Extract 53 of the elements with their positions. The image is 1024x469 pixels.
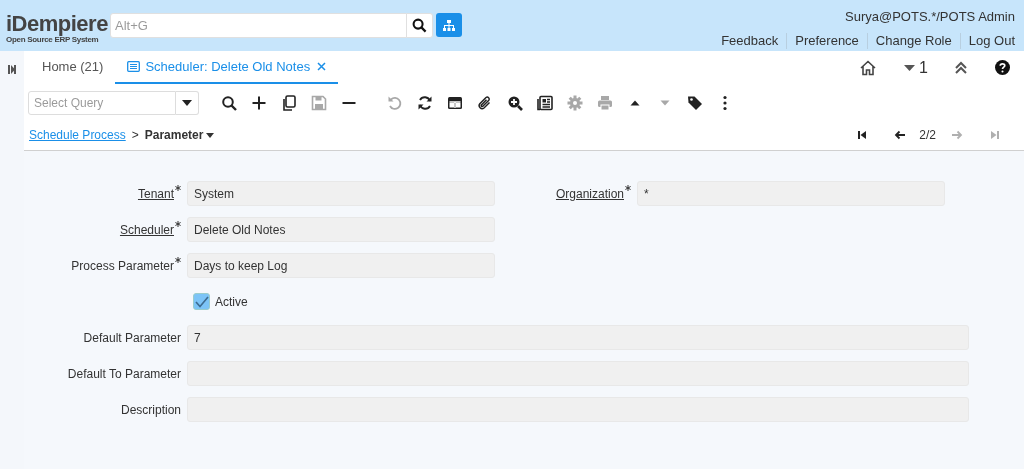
field-label[interactable]: Tenant (137, 184, 174, 203)
record-position: 2/2 (919, 127, 936, 144)
caret-icon (182, 99, 192, 106)
tab[interactable]: Home (21) (30, 51, 116, 84)
checkbox-label: Active (215, 293, 248, 311)
checkbox[interactable] (193, 293, 210, 310)
text-field[interactable]: * (637, 181, 945, 206)
header-link[interactable]: Change Role (875, 31, 952, 51)
breadcrumb-current[interactable]: Parameter (144, 126, 215, 144)
logo-title: iDempiere (6, 13, 108, 35)
expand-panel-icon[interactable] (8, 65, 16, 74)
close-icon[interactable] (317, 62, 327, 71)
field-label: Description (120, 401, 181, 419)
user-role-text: Surya@POTS.*/POTS Admin (845, 8, 1015, 26)
tag-icon[interactable] (687, 94, 703, 111)
window-icon (127, 61, 141, 72)
field-label: Default Parameter (83, 329, 181, 347)
header-link[interactable]: Preference (795, 31, 859, 51)
field-label[interactable]: Scheduler (119, 220, 174, 239)
sitemap-icon (443, 19, 455, 31)
logo-subtitle: Open Source ERP System (6, 35, 99, 44)
field-label[interactable]: Organization (555, 184, 624, 203)
breadcrumb-link[interactable]: Schedule Process (29, 126, 126, 144)
text-field[interactable]: 7 (187, 325, 969, 350)
copy-icon[interactable] (281, 94, 297, 111)
newspaper-icon[interactable] (537, 94, 553, 111)
caret-icon (904, 64, 916, 71)
tab[interactable]: Scheduler: Delete Old Notes (115, 51, 339, 84)
help-icon[interactable] (995, 60, 1010, 75)
header-link[interactable]: Feedback (721, 31, 779, 51)
global-search-field[interactable]: Alt+G (110, 13, 407, 38)
field-label: Process Parameter (71, 257, 174, 275)
search-icon (412, 18, 427, 33)
arrow-left-icon[interactable] (893, 128, 908, 142)
query-dropdown-button[interactable] (176, 90, 199, 115)
refresh-icon[interactable] (417, 94, 433, 111)
header-link[interactable]: Log Out (968, 31, 1015, 51)
tab-list-button[interactable]: 1 (904, 55, 928, 80)
text-field[interactable]: Delete Old Notes (187, 217, 495, 242)
text-field[interactable]: System (187, 181, 495, 206)
field-label: Default To Parameter (67, 365, 181, 383)
collapse-icon[interactable] (954, 60, 968, 75)
caret-icon (206, 132, 215, 138)
search-icon[interactable] (221, 94, 237, 111)
text-field[interactable]: Days to keep Log (187, 253, 495, 278)
zoom-in-icon[interactable] (507, 94, 523, 111)
table-icon[interactable] (447, 94, 463, 111)
query-field[interactable]: Select Query (28, 90, 176, 115)
home-icon[interactable] (860, 59, 877, 76)
search-button[interactable] (407, 13, 433, 38)
paperclip-icon[interactable] (477, 94, 493, 111)
breadcrumb-separator: > (131, 127, 139, 144)
plus-icon[interactable] (251, 94, 267, 111)
